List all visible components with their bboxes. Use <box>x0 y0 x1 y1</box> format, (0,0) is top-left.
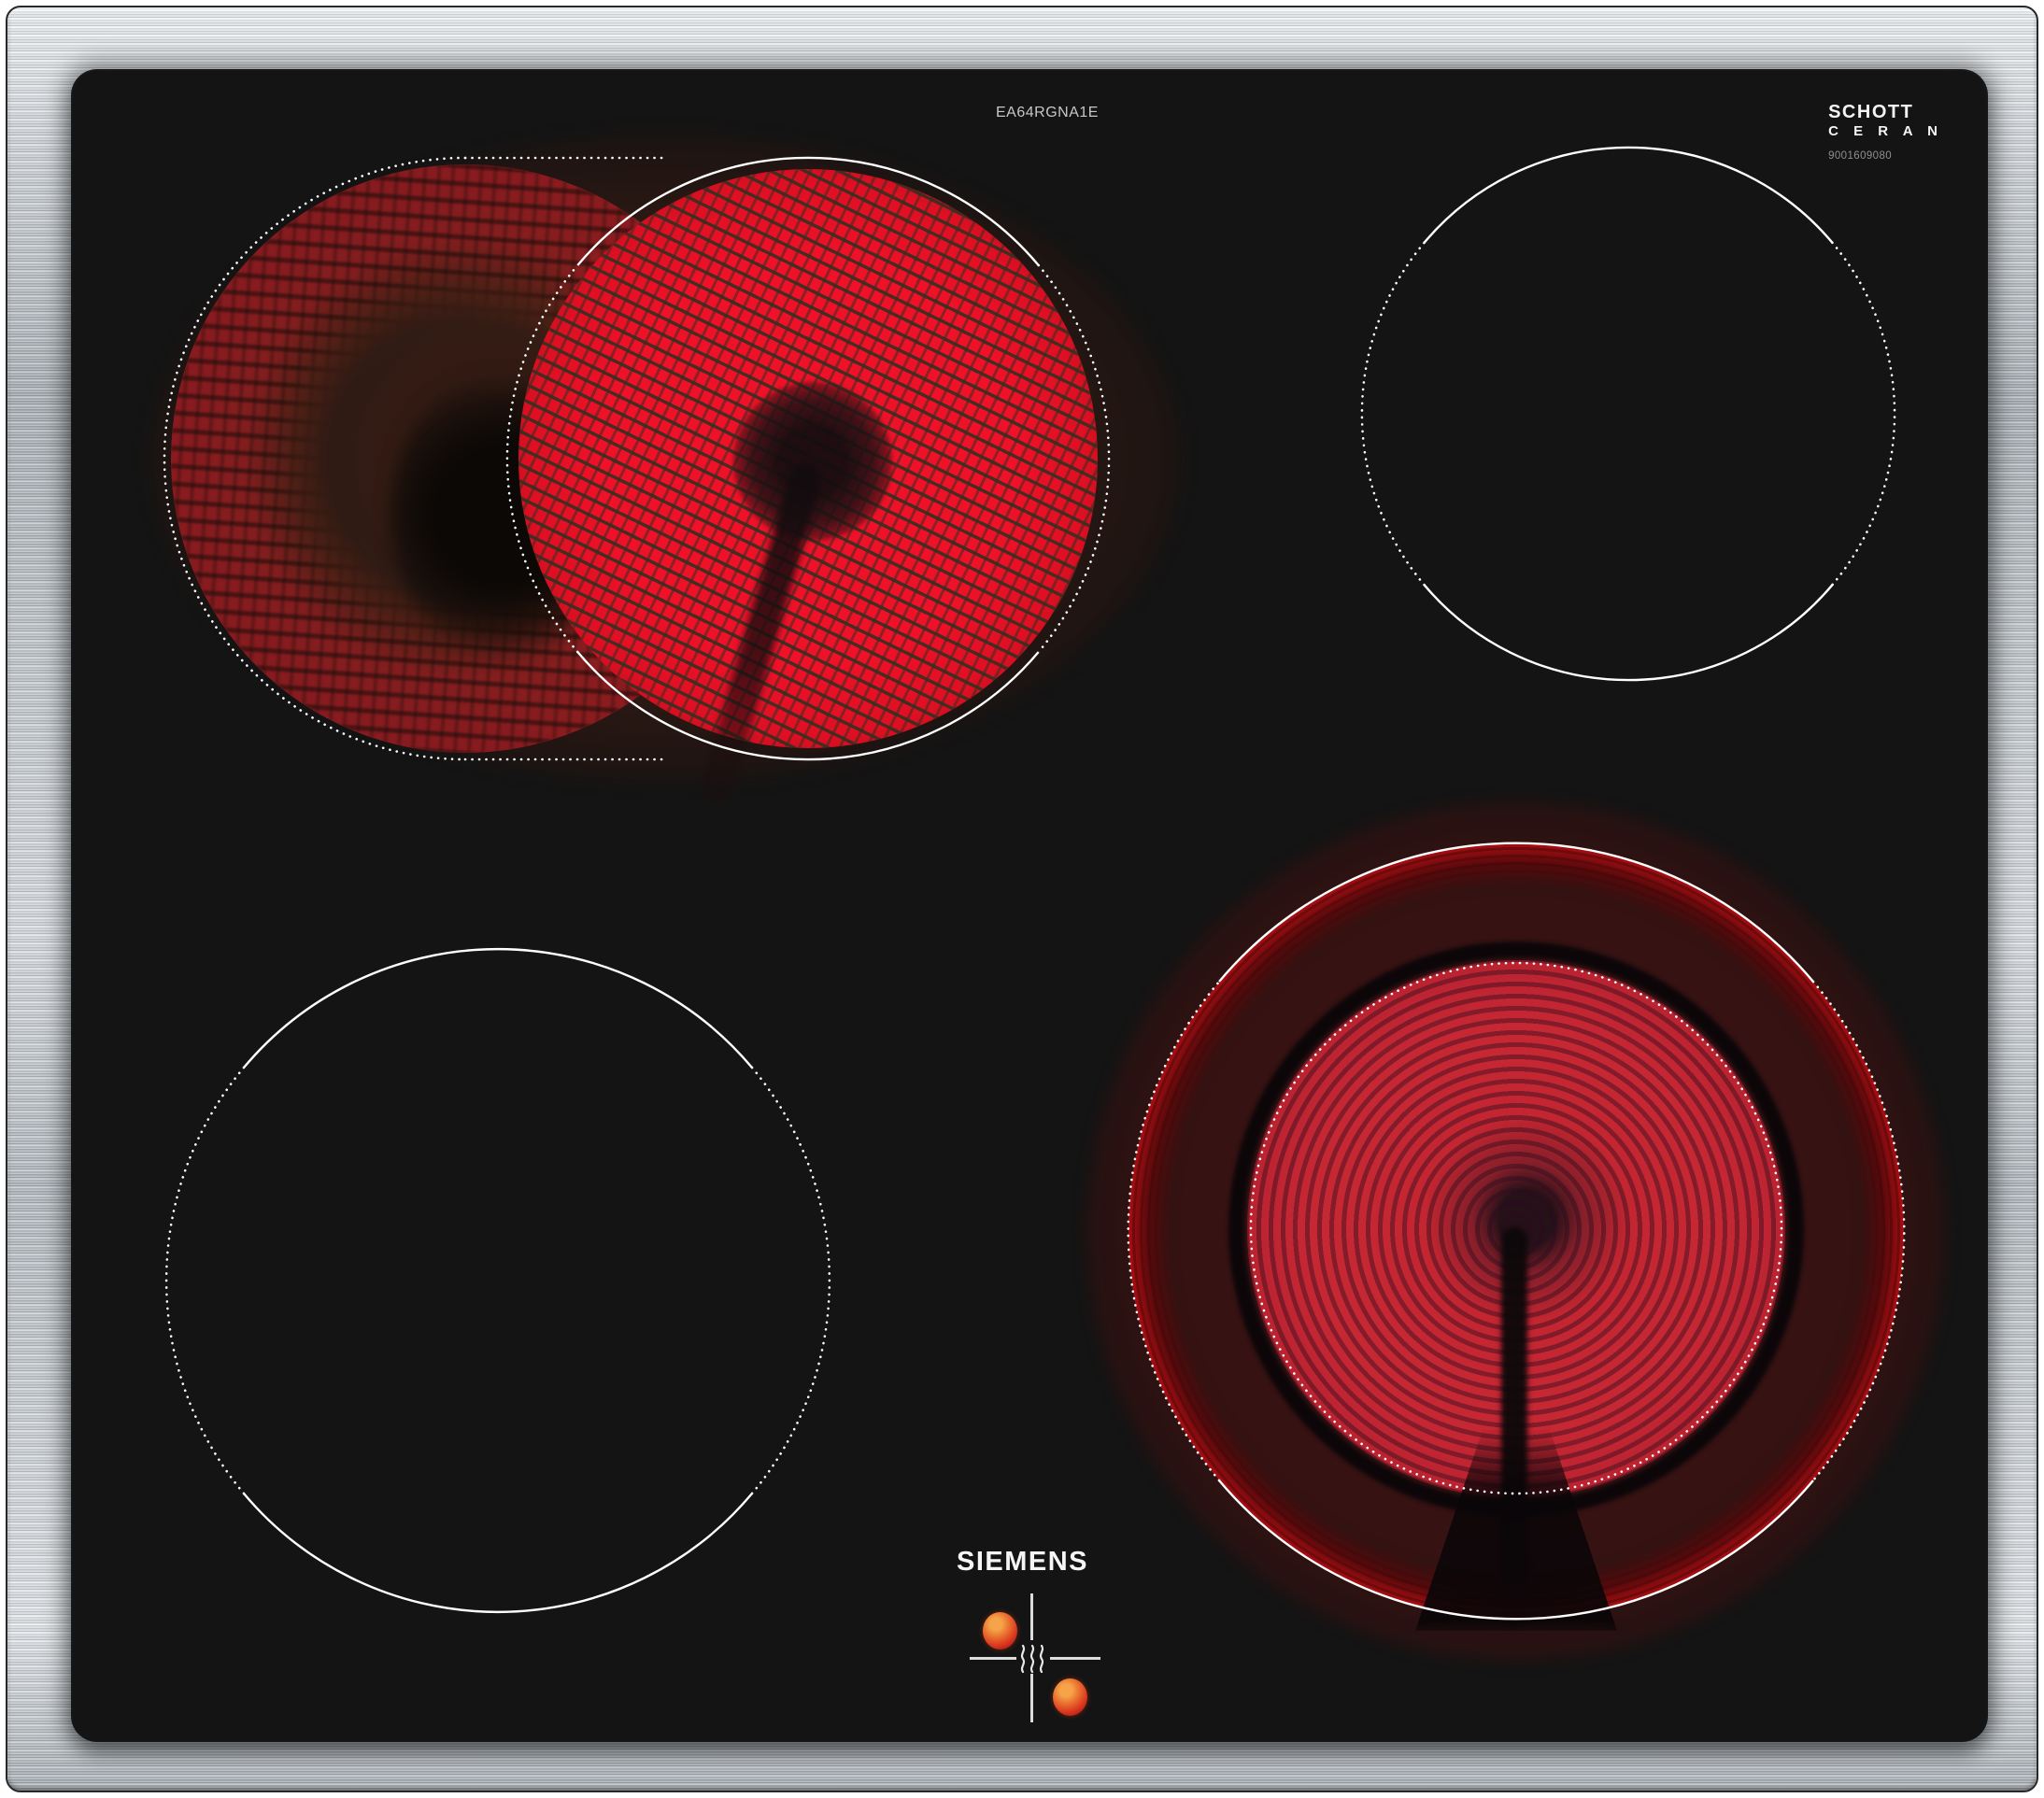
print-code: 9001609080 <box>1828 150 1893 162</box>
ceramic-glass-surface: EA64RGNA1E SCHOTT C E R A N 9001609080 S… <box>73 71 1986 1740</box>
cross-line-top <box>1030 1593 1033 1640</box>
residual-heat-dot-front-right <box>1053 1678 1087 1716</box>
cross-line-left <box>970 1657 1016 1660</box>
cross-line-bottom <box>1030 1674 1033 1722</box>
ceran-wordmark: C E R A N <box>1828 123 1943 139</box>
schott-ceran-logo: SCHOTT C E R A N 9001609080 <box>1828 103 1943 163</box>
heat-waves-icon <box>1020 1644 1044 1674</box>
zone-outline-markings <box>163 146 1906 1621</box>
schott-wordmark: SCHOTT <box>1828 102 1914 122</box>
model-number-label: EA64RGNA1E <box>996 105 1099 120</box>
product-photo-ceramic-hob: EA64RGNA1E SCHOTT C E R A N 9001609080 S… <box>0 0 2044 1798</box>
residual-heat-dot-rear-left <box>983 1612 1017 1649</box>
siemens-logo: SIEMENS <box>957 1547 1089 1577</box>
hob-frame: EA64RGNA1E SCHOTT C E R A N 9001609080 S… <box>6 6 2038 1792</box>
cross-line-right <box>1050 1657 1100 1660</box>
